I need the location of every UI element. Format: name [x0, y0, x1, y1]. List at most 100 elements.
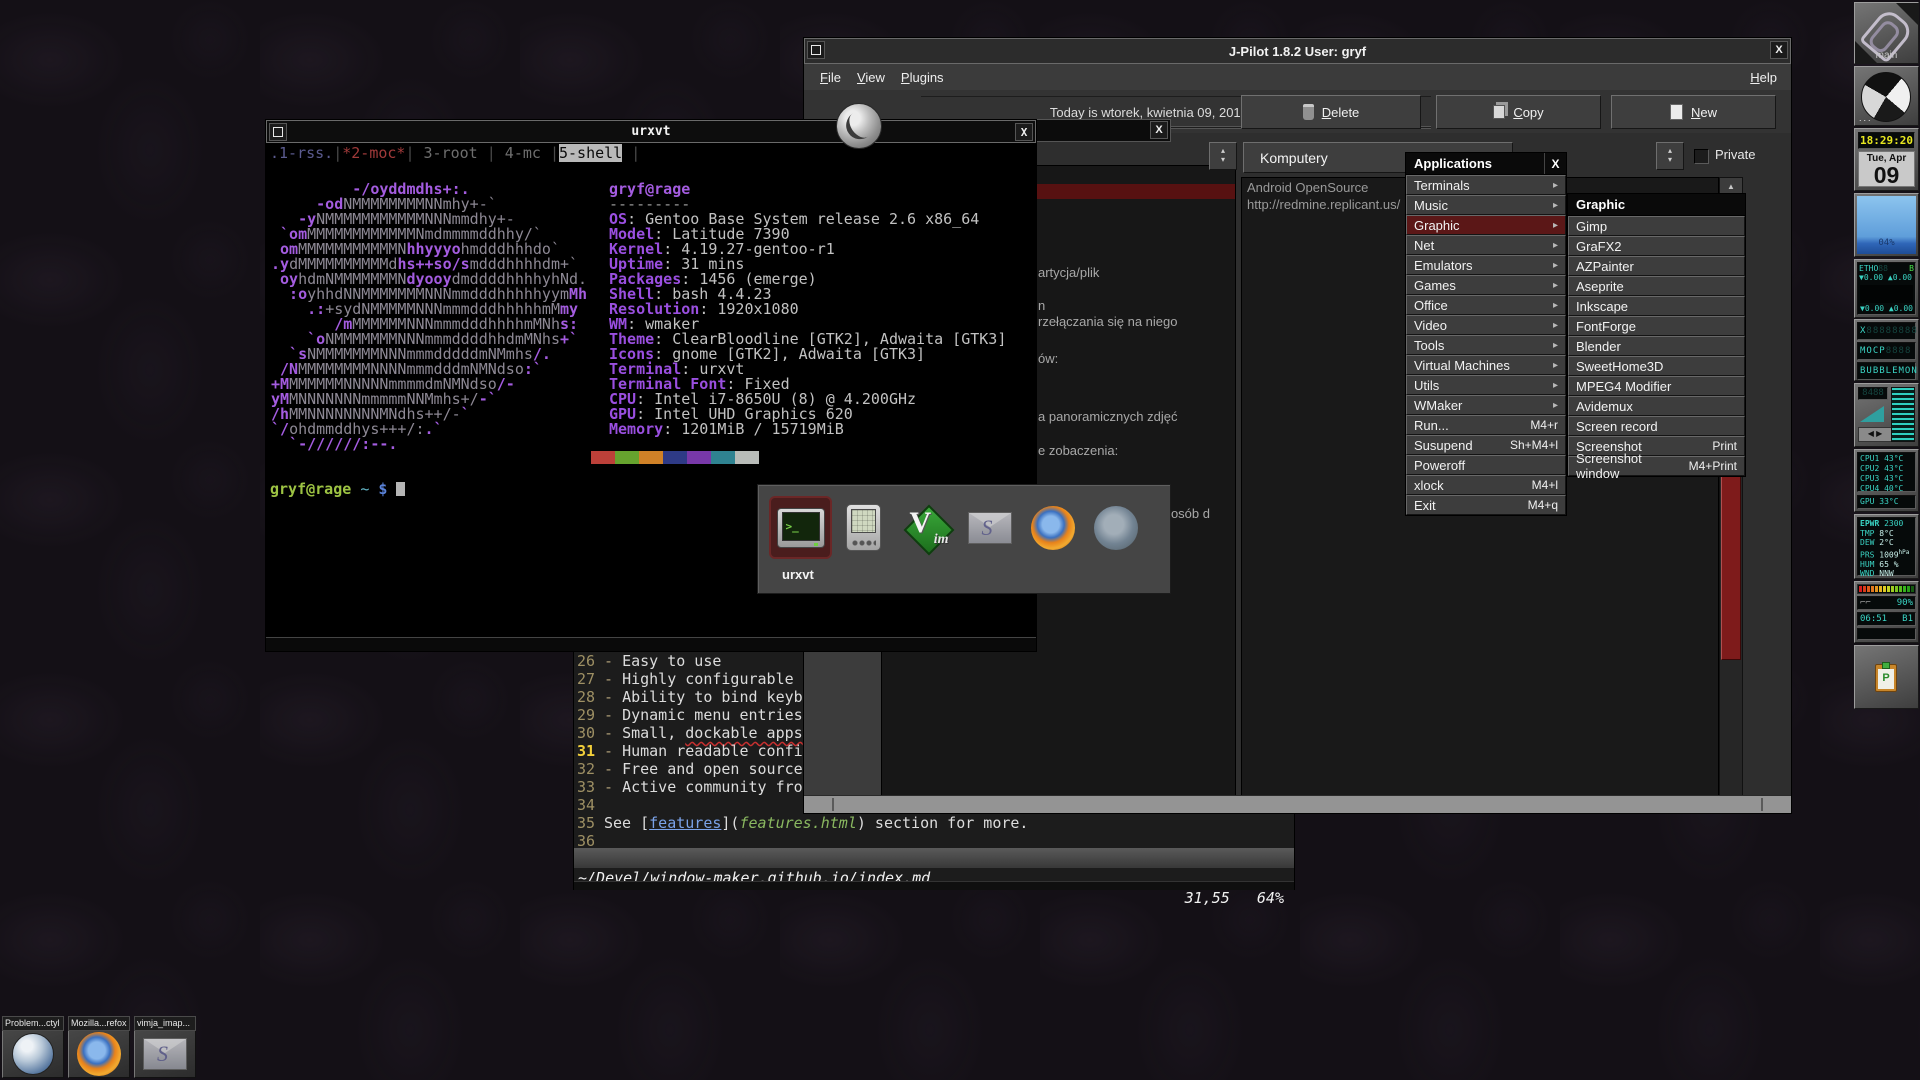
jpilot-resizebar[interactable]: [804, 795, 1791, 813]
submenu-arrow-icon: ▸: [1553, 340, 1558, 351]
menubar-item-help[interactable]: Help: [1750, 70, 1777, 85]
pda-screen: [851, 509, 876, 533]
menu-item-azpainter[interactable]: AZPainter: [1568, 256, 1745, 276]
new-button[interactable]: New: [1611, 95, 1776, 129]
private-checkbox[interactable]: [1694, 149, 1709, 164]
menu-item-games[interactable]: Games▸: [1406, 275, 1566, 295]
switcher-slot-firefox-grayed[interactable]: [1084, 496, 1147, 559]
menu-item-avidemux[interactable]: Avidemux: [1568, 396, 1745, 416]
appicon-mail[interactable]: vimja_imap...S: [134, 1016, 196, 1078]
menu-close-button[interactable]: X: [1544, 153, 1566, 174]
line-number: 32: [577, 760, 595, 778]
menu-item-gimp[interactable]: Gimp: [1568, 216, 1745, 236]
menu-item-emulators[interactable]: Emulators▸: [1406, 255, 1566, 275]
graphic-submenu-title[interactable]: Graphic: [1568, 194, 1745, 216]
dock-clip[interactable]: main: [1854, 2, 1919, 64]
urxvt-titlebar[interactable]: urxvt X: [266, 120, 1036, 143]
net-iface-row: ETHO88B: [1859, 264, 1914, 273]
jpilot-window-title: J-Pilot 1.8.2 User: gryf: [1229, 44, 1366, 59]
menu-item-net[interactable]: Net▸: [1406, 235, 1566, 255]
menu-item-label: Music: [1414, 198, 1448, 213]
switcher-slot-palm-pda[interactable]: [832, 496, 895, 559]
menu-title-text: Graphic: [1576, 197, 1625, 212]
dock-net-monitor[interactable]: ETHO88B▼0.00 ▲0.00▼0.00 ▲0.00: [1854, 259, 1919, 318]
switcher-slot-vim[interactable]: Vim: [895, 496, 958, 559]
delete-button[interactable]: Delete: [1241, 95, 1421, 129]
menu-item-utils[interactable]: Utils▸: [1406, 375, 1566, 395]
submenu-arrow-icon: ▸: [1553, 180, 1558, 191]
jpilot-close-button[interactable]: X: [1770, 41, 1788, 59]
cpu-temp-row: CPU4 40°C: [1860, 484, 1913, 494]
menu-item-xlock[interactable]: xlockM4+l: [1406, 475, 1566, 495]
dock-mixer[interactable]: 8488◀ ▶: [1854, 383, 1919, 447]
menu-item-virtual-machines[interactable]: Virtual Machines▸: [1406, 355, 1566, 375]
menu-item-video[interactable]: Video▸: [1406, 315, 1566, 335]
dock-cpu-temps[interactable]: CPU1 43°CCPU2 43°CCPU3 43°CCPU4 40°CGPU …: [1854, 449, 1919, 512]
weather-row: WND NNW: [1860, 569, 1913, 579]
weather-label: WND: [1860, 569, 1879, 578]
dock-clock[interactable]: 18:29:20Tue, Apr09: [1854, 128, 1919, 191]
new-icon: [1670, 104, 1683, 120]
spinner-down-icon: ▾: [1221, 156, 1225, 165]
menu-item-inkscape[interactable]: Inkscape: [1568, 296, 1745, 316]
menubar-item-view[interactable]: View: [857, 70, 885, 85]
background-window-close-button[interactable]: X: [1150, 121, 1168, 139]
dock-clipboard-app[interactable]: P: [1854, 645, 1919, 709]
switcher-slot-firefox[interactable]: [1021, 496, 1084, 559]
switcher-slot-urxvt-terminal[interactable]: >_: [769, 496, 832, 559]
background-window-titlebar[interactable]: X: [1035, 119, 1171, 142]
led-segment: [1859, 586, 1862, 592]
urxvt-close-button[interactable]: X: [1015, 123, 1033, 141]
battery-time-remaining: 06:51: [1860, 614, 1887, 624]
lcd-ghost: 8888: [1886, 346, 1912, 356]
menu-item-run-[interactable]: Run...M4+r: [1406, 415, 1566, 435]
menu-item-poweroff[interactable]: Poweroff: [1406, 455, 1566, 475]
category-spinner[interactable]: ▴▾: [1656, 142, 1684, 170]
menu-item-office[interactable]: Office▸: [1406, 295, 1566, 315]
menu-item-screenshot-window[interactable]: Screenshot windowM4+Print: [1568, 456, 1745, 476]
menu-item-label: Blender: [1576, 339, 1621, 354]
dock-lcd-display[interactable]: X88888888MOCP8888BUBBLEMON: [1854, 319, 1919, 381]
menubar-item-plugins[interactable]: Plugins: [901, 70, 944, 85]
vim-window-resizebar[interactable]: [574, 881, 1294, 890]
menu-item-grafx2[interactable]: GraFX2: [1568, 236, 1745, 256]
cpu-value: 43°C: [1884, 454, 1903, 463]
menu-item-aseprite[interactable]: Aseprite: [1568, 276, 1745, 296]
copy-button[interactable]: Copy: [1436, 95, 1601, 129]
appicon-firefox[interactable]: Mozilla...refox: [68, 1016, 130, 1078]
menu-item-fontforge[interactable]: FontForge: [1568, 316, 1745, 336]
menu-item-terminals[interactable]: Terminals▸: [1406, 175, 1566, 195]
menu-item-music[interactable]: Music▸: [1406, 195, 1566, 215]
applications-menu-title[interactable]: Applications X: [1406, 153, 1566, 175]
dock-weather[interactable]: EPWR 2300TMP 8°CDEW 2°CPRS 1009hPaHUM 65…: [1854, 514, 1919, 579]
prompt-dir: ~: [360, 480, 369, 498]
led-segment: [1907, 586, 1910, 592]
menu-item-tools[interactable]: Tools▸: [1406, 335, 1566, 355]
info-value: 1920x1080: [717, 300, 798, 318]
appicon-globe[interactable]: Problem...ctyl: [2, 1016, 64, 1078]
dock-swirl-app[interactable]: ...: [1854, 66, 1919, 126]
weather-station-row: EPWR 2300: [1860, 519, 1913, 529]
dock-bubblemon[interactable]: 04%: [1854, 193, 1919, 257]
menu-item-blender[interactable]: Blender: [1568, 336, 1745, 356]
cpu-label: CPU3: [1860, 474, 1884, 483]
jpilot-titlebar[interactable]: J-Pilot 1.8.2 User: gryf X: [804, 38, 1791, 64]
cpu-label: CPU1: [1860, 454, 1884, 463]
dock-battery[interactable]: ⌐⌐90%06:51B1: [1854, 581, 1919, 643]
menubar-item-file[interactable]: File: [820, 70, 841, 85]
menu-item-susupend[interactable]: SusupendSh+M4+l: [1406, 435, 1566, 455]
record-list-spinner[interactable]: ▴▾: [1209, 142, 1237, 170]
menu-item-screen-record[interactable]: Screen record: [1568, 416, 1745, 436]
urxvt-miniaturize-button[interactable]: [269, 123, 287, 141]
menu-item-label: Office: [1414, 298, 1448, 313]
jpilot-miniaturize-button[interactable]: [807, 41, 825, 59]
mixer-lcd: 8488: [1858, 387, 1888, 400]
menu-item-wmaker[interactable]: WMaker▸: [1406, 395, 1566, 415]
urxvt-resizebar[interactable]: [266, 637, 1036, 651]
switcher-slot-mail-grayed[interactable]: S: [958, 496, 1021, 559]
menu-item-graphic[interactable]: Graphic▸: [1406, 215, 1566, 235]
menu-item-exit[interactable]: ExitM4+q: [1406, 495, 1566, 515]
menu-item-sweethome3d[interactable]: SweetHome3D: [1568, 356, 1745, 376]
firefox-icon: [77, 1032, 121, 1076]
menu-item-mpeg4-modifier[interactable]: MPEG4 Modifier: [1568, 376, 1745, 396]
